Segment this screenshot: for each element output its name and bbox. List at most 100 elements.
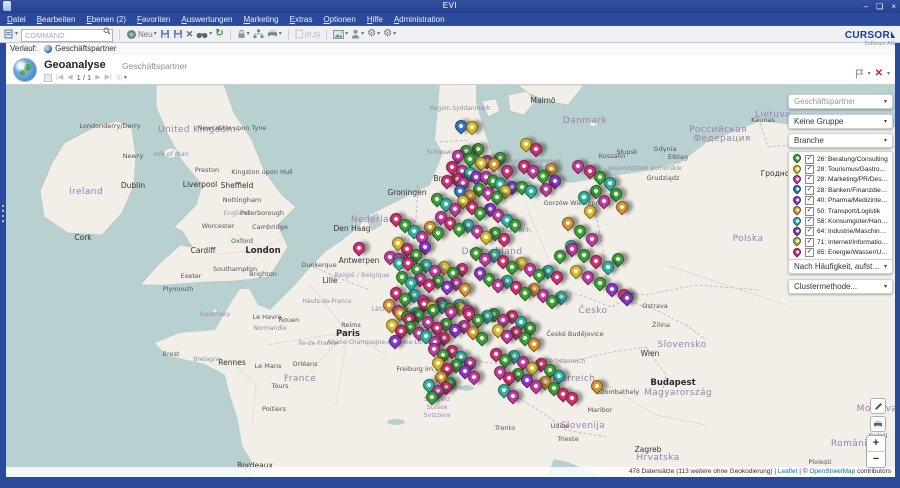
category-checkbox[interactable]: ✓ xyxy=(805,248,814,257)
category-checkbox[interactable]: ✓ xyxy=(805,227,814,236)
zoom-in-button[interactable]: + xyxy=(867,436,885,452)
splitter-grip[interactable] xyxy=(2,205,4,207)
toolbar-separator xyxy=(119,29,120,40)
legend-row-26-beratung-consulting[interactable]: ✓26: Beratung/Consulting xyxy=(792,154,889,164)
command-input[interactable] xyxy=(21,29,113,42)
image-export-button[interactable]: ▾ xyxy=(333,30,348,39)
menu-item-administration[interactable]: Administration xyxy=(394,15,445,24)
quick-access-button[interactable]: ▾ xyxy=(4,29,18,39)
category-checkbox[interactable]: ✓ xyxy=(805,155,814,164)
user-button[interactable]: ▾ xyxy=(351,29,364,39)
close-icon[interactable]: × xyxy=(891,0,896,13)
dropdown-branche[interactable]: Branche▾ xyxy=(788,133,893,148)
chevron-down-icon: ▾ xyxy=(377,31,380,37)
category-label: 28: Tourismus/Gastronomie xyxy=(817,166,889,173)
view-options-button[interactable]: ◎ ▾ xyxy=(116,74,127,82)
hierarchy-button[interactable] xyxy=(253,29,264,39)
brand-logo: CURSOR Software AG xyxy=(845,26,895,48)
contributors-text: contributors xyxy=(855,468,891,475)
chevron-down-icon: ▾ xyxy=(884,283,887,290)
category-label: 50: Transport/Logistik xyxy=(817,208,880,215)
tools-button[interactable]: ⚙ ▾ xyxy=(383,29,396,39)
zoom-out-button[interactable]: − xyxy=(867,452,885,467)
legend-row-28-marketing-pr-design[interactable]: ✓28: Marketing/PR/Design xyxy=(792,175,889,185)
category-checkbox[interactable]: ✓ xyxy=(805,186,814,195)
title-bar: EVI – ❏ × xyxy=(0,0,900,13)
settings-button[interactable]: ⚙ ▾ xyxy=(367,29,380,39)
dropdown-nach-häufigkeit-aufsteigend[interactable]: Nach Häufigkeit, aufsteigend▾ xyxy=(788,259,893,274)
category-pin-icon xyxy=(791,204,802,215)
flag-icon[interactable] xyxy=(855,69,864,79)
map-marker-pin[interactable] xyxy=(351,240,368,257)
restore-icon[interactable]: ❏ xyxy=(876,0,883,13)
draw-button[interactable] xyxy=(870,398,886,414)
menu-item-favoriten[interactable]: Favoriten xyxy=(137,15,170,24)
map-marker-pin[interactable] xyxy=(584,231,601,248)
image-icon xyxy=(333,30,344,39)
document-icon xyxy=(4,29,14,39)
menu-item-optionen[interactable]: Optionen xyxy=(323,15,355,24)
last-record-button[interactable]: ▶| xyxy=(105,74,112,82)
next-record-button[interactable]: ▶ xyxy=(95,74,100,82)
menu-item-ebenen-2[interactable]: Ebenen (2) xyxy=(86,15,126,24)
legend-row-58-konsumgüter-handel[interactable]: ✓58: Konsumgüter/Handel xyxy=(792,216,889,226)
category-checkbox[interactable]: ✓ xyxy=(805,175,814,184)
print-button[interactable]: ▾ xyxy=(267,29,282,39)
menu-item-marketing[interactable]: Marketing xyxy=(244,15,279,24)
category-checkbox[interactable]: ✓ xyxy=(805,196,814,205)
category-checkbox[interactable]: ✓ xyxy=(805,238,814,247)
chevron-down-icon: ▾ xyxy=(884,118,887,125)
menu-item-hilfe[interactable]: Hilfe xyxy=(367,15,383,24)
openstreetmap-link[interactable]: OpenStreetMap xyxy=(809,468,855,475)
menu-item-auswertungen[interactable]: Auswertungen xyxy=(181,15,232,24)
menu-item-extras[interactable]: Extras xyxy=(290,15,313,24)
save-icon xyxy=(160,29,170,39)
dropdown-geschäftspartner[interactable]: Geschäftspartner▾ xyxy=(788,94,893,109)
category-checkbox[interactable]: ✓ xyxy=(805,207,814,216)
legend-row-50-transport-logistik[interactable]: ✓50: Transport/Logistik xyxy=(792,206,889,216)
menu-item-bearbeiten[interactable]: Bearbeiten xyxy=(37,15,76,24)
legend-row-85-energie-wasser-umwelt[interactable]: ✓85: Energie/Wasser/Umwelt xyxy=(792,248,889,258)
new-record-button[interactable]: Neu ▾ xyxy=(126,29,157,40)
legend-row-28-banken-finanzdienstlei[interactable]: ✓28: Banken/Finanzdienstlei... xyxy=(792,185,889,195)
minimize-icon[interactable]: – xyxy=(864,0,868,13)
delete-button[interactable]: ✕ xyxy=(186,29,194,40)
legend-row-40-pharma-medizintechnik[interactable]: ✓40: Pharma/Medizintechnik xyxy=(792,196,889,206)
lock-button[interactable]: ▾ xyxy=(237,29,250,39)
grid-view-icon[interactable] xyxy=(44,74,52,82)
page-icon xyxy=(295,29,304,39)
category-label: 26: Beratung/Consulting xyxy=(817,156,888,163)
map-marker-pin[interactable] xyxy=(589,378,606,395)
chevron-down-icon: ▾ xyxy=(868,71,871,77)
dropdown-keine-gruppe[interactable]: Keine Gruppe▾ xyxy=(788,114,893,129)
close-view-button[interactable]: ✕ xyxy=(875,69,883,79)
legend-row-28-tourismus-gastronomie[interactable]: ✓28: Tourismus/Gastronomie xyxy=(792,164,889,174)
legend-row-64-industrie-maschinenbau[interactable]: ✓64: Industrie/Maschinenbau xyxy=(792,227,889,237)
save-button[interactable] xyxy=(160,29,170,39)
dropdown-clustermethode[interactable]: Clustermethode...▾ xyxy=(788,279,893,294)
map-print-button[interactable] xyxy=(870,416,886,432)
category-checkbox[interactable]: ✓ xyxy=(805,217,814,226)
chevron-down-icon: ▾ xyxy=(884,98,887,105)
history-bar: Verlauf: Geschäftspartner xyxy=(0,42,900,56)
geo-map[interactable]: United KingdomIrelandNederlandBelgië / B… xyxy=(6,84,895,478)
search-icon[interactable] xyxy=(103,27,111,35)
previous-record-button[interactable]: ◀ xyxy=(67,74,72,82)
map-marker-pin[interactable] xyxy=(464,119,481,136)
history-item-geschaeftspartner[interactable]: Geschäftspartner xyxy=(44,44,116,53)
legend-row-71-internet-informationstec[interactable]: ✓71: Internet/Informationstec... xyxy=(792,237,889,247)
search-records-button[interactable]: ▾ xyxy=(196,30,212,39)
category-checkbox[interactable]: ✓ xyxy=(805,165,814,174)
chevron-down-icon: ▾ xyxy=(15,31,18,37)
refresh-button[interactable]: ↻ xyxy=(215,29,223,39)
toolbar-separator xyxy=(230,29,231,40)
menu-item-datei[interactable]: Datei xyxy=(7,15,26,24)
save-all-button[interactable] xyxy=(173,29,183,39)
chevron-down-icon: ▾ xyxy=(124,75,127,81)
map-pins-layer xyxy=(6,85,895,478)
application-window: { "window": { "title": "EVI", "brand": "… xyxy=(0,0,900,488)
chevron-down-icon: ▾ xyxy=(884,137,887,144)
first-record-button[interactable]: |◀ xyxy=(56,74,63,82)
leaflet-link[interactable]: Leaflet xyxy=(778,468,798,475)
record-counter: (0,0) xyxy=(295,29,320,39)
